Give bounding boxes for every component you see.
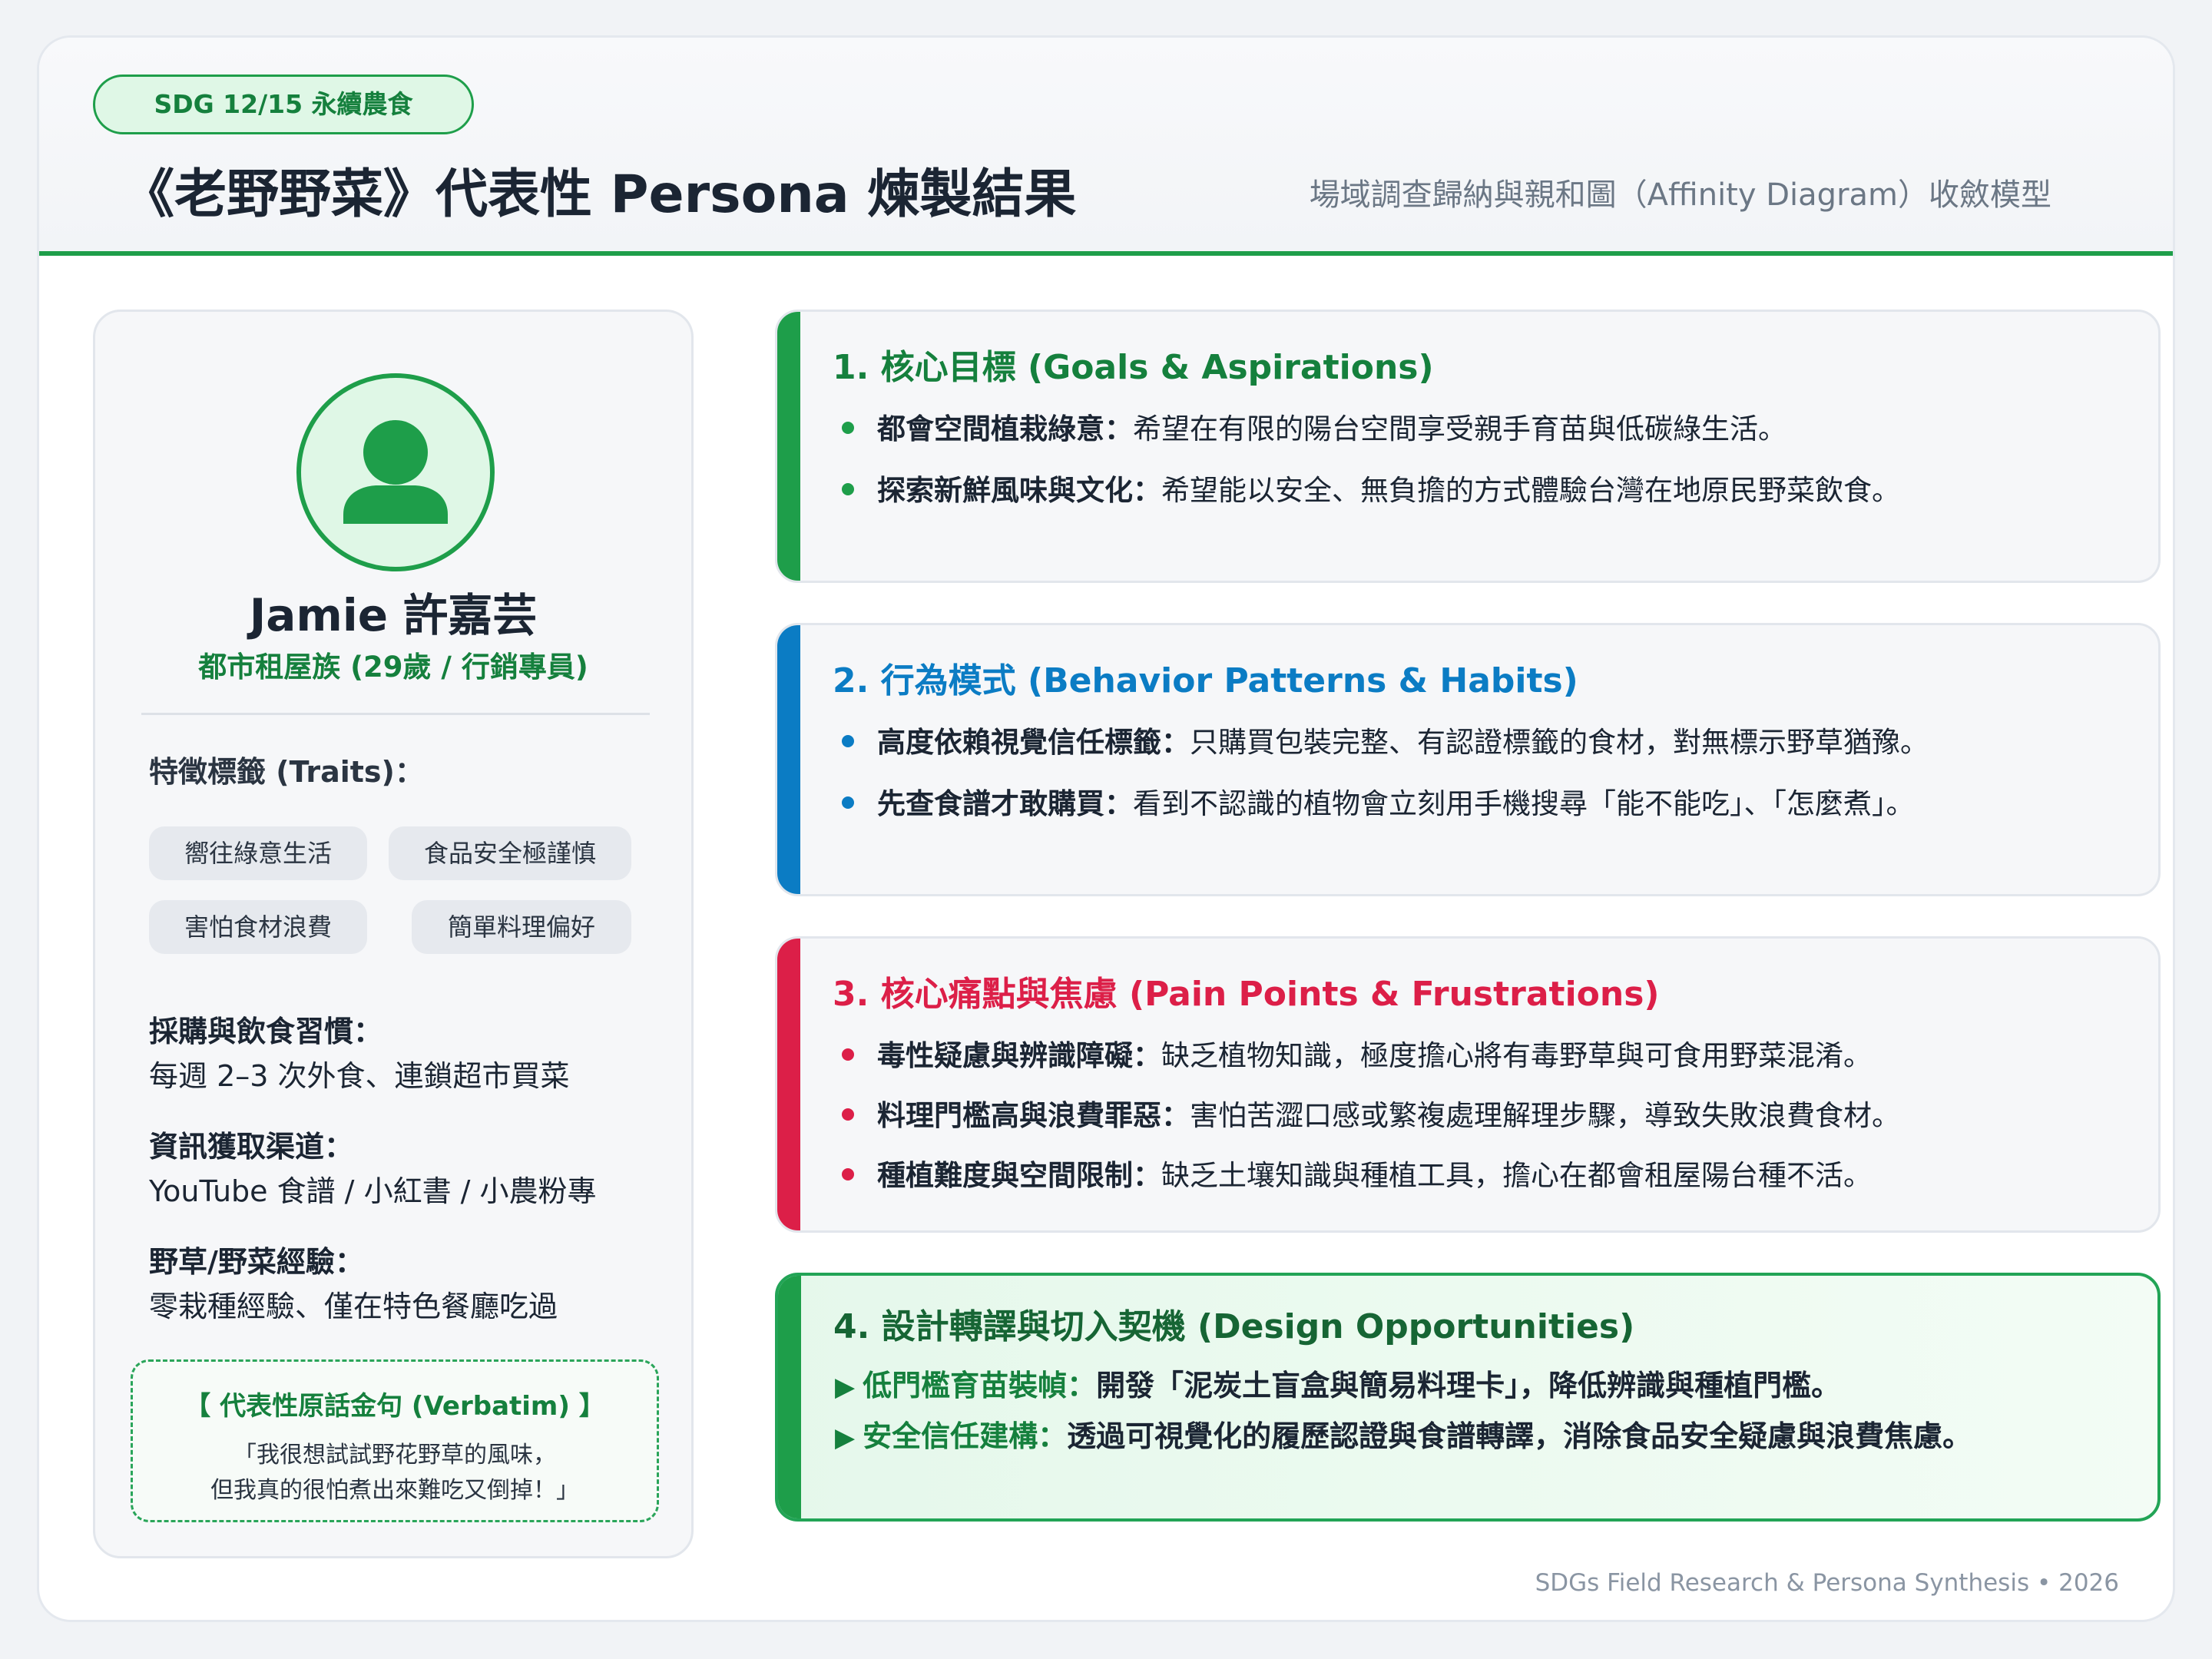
behavior-section: 2. 行為模式 (Behavior Patterns & Habits) 高度依… [775,623,2161,896]
quote-line: 「我很想試試野花野草的風味， [233,1442,556,1469]
bullet-dot [842,1167,854,1181]
persona-card: Jamie 許嘉芸 都市租屋族 (29歲 / 行銷專員) 特徵標籤 (Trait… [93,310,694,1558]
section-title: 1. 核心目標 (Goals & Aspirations) [833,348,1434,387]
quote-title: 【 代表性原話金句 (Verbatim) 】 [184,1391,605,1422]
section-accent-bar [777,312,800,581]
list-item: 探索新鮮風味與文化：希望能以安全、無負擔的方式體驗台灣在地原民野菜飲食。 [842,467,1900,508]
section-title: 3. 核心痛點與焦慮 (Pain Points & Frustrations) [833,975,1660,1014]
verbatim-quote-box: 【 代表性原話金句 (Verbatim) 】 「我很想試試野花野草的風味， 但我… [131,1359,659,1522]
section-accent-bar [778,1276,801,1518]
divider [141,713,650,715]
bullet-dot [842,1048,854,1061]
list-item: 都會空間植栽綠意：希望在有限的陽台空間享受親手育苗與低碳綠生活。 [842,406,1786,447]
footer-credit: SDGs Field Research & Persona Synthesis … [1535,1569,2119,1597]
shopping-habit-label: 採購與飲食習慣： [149,1015,383,1048]
bullet-dot [842,796,854,809]
info-channel-value: YouTube 食譜 / 小紅書 / 小農粉專 [149,1174,597,1208]
list-item: 先查食譜才敢購買：看到不認識的植物會立刻用手機搜尋「能不能吃」、「怎麼煮」。 [842,780,1915,822]
trait-tag: 害怕食材浪費 [149,900,367,954]
header: SDG 12/15 永續農食 《老野野菜》代表性 Persona 煉製結果 場域… [39,38,2173,256]
bullet-dot [842,482,854,495]
triangle-right-icon: ▶ [835,1372,856,1402]
poster-card: SDG 12/15 永續農食 《老野野菜》代表性 Persona 煉製結果 場域… [37,35,2175,1622]
page-title: 《老野野菜》代表性 Persona 煉製結果 [122,164,1077,225]
section-title: 4. 設計轉譯與切入契機 (Design Opportunities) [833,1307,1635,1346]
list-item: 高度依賴視覺信任標籤：只購買包裝完整、有認證標籤的食材，對無標示野草猶豫。 [842,719,1929,760]
pain-points-section: 3. 核心痛點與焦慮 (Pain Points & Frustrations) … [775,936,2161,1233]
opportunity-item: ▶ 低門檻育苗裝幀：開發「泥炭土盲盒與簡易料理卡」，降低辨識與種植門檻。 [835,1369,1841,1402]
opportunity-item: ▶ 安全信任建構：透過可視覺化的履歷認證與食譜轉譯，消除食品安全疑慮與浪費焦慮。 [835,1419,1972,1453]
triangle-right-icon: ▶ [835,1422,856,1453]
design-opportunities-section: 4. 設計轉譯與切入契機 (Design Opportunities) ▶ 低門檻… [775,1273,2161,1522]
list-item: 料理門檻高與浪費罪惡：害怕苦澀口感或繁複處理解理步驟，導致失敗浪費食材。 [842,1092,1900,1134]
trait-tag: 食品安全極謹慎 [389,826,631,880]
goals-section: 1. 核心目標 (Goals & Aspirations) 都會空間植栽綠意：希… [775,310,2161,583]
traits-label: 特徵標籤 (Traits)： [149,755,424,789]
trait-tag: 嚮往綠意生活 [149,826,367,880]
wild-vegetable-experience-value: 零栽種經驗、僅在特色餐廳吃過 [149,1290,558,1323]
list-item: 毒性疑慮與辨識障礙：缺乏植物知識，極度擔心將有毒野草與可食用野菜混淆。 [842,1032,1872,1074]
info-channel-label: 資訊獲取渠道： [149,1130,354,1164]
bullet-dot [842,421,854,434]
section-accent-bar [777,625,800,894]
quote-line: 但我真的很怕煮出來難吃又倒掉！」 [210,1477,579,1504]
list-item: 種植難度與空間限制：缺乏土壤知識與種植工具，擔心在都會租屋陽台種不活。 [842,1152,1872,1194]
persona-role: 都市租屋族 (29歲 / 行銷專員) [198,651,588,684]
trait-tag: 簡單料理偏好 [412,900,631,954]
shopping-habit-value: 每週 2–3 次外食、連鎖超市買菜 [149,1059,570,1093]
bullet-dot [842,734,854,747]
section-accent-bar [777,939,800,1230]
wild-vegetable-experience-label: 野草/野菜經驗： [149,1245,364,1279]
page-subtitle: 場域調查歸納與親和圖（Affinity Diagram）收斂模型 [1309,177,2051,213]
bullet-dot [842,1108,854,1121]
sdg-badge: SDG 12/15 永續農食 [93,75,474,134]
persona-name: Jamie 許嘉芸 [249,589,538,641]
user-icon [296,373,495,571]
section-title: 2. 行為模式 (Behavior Patterns & Habits) [833,661,1578,700]
